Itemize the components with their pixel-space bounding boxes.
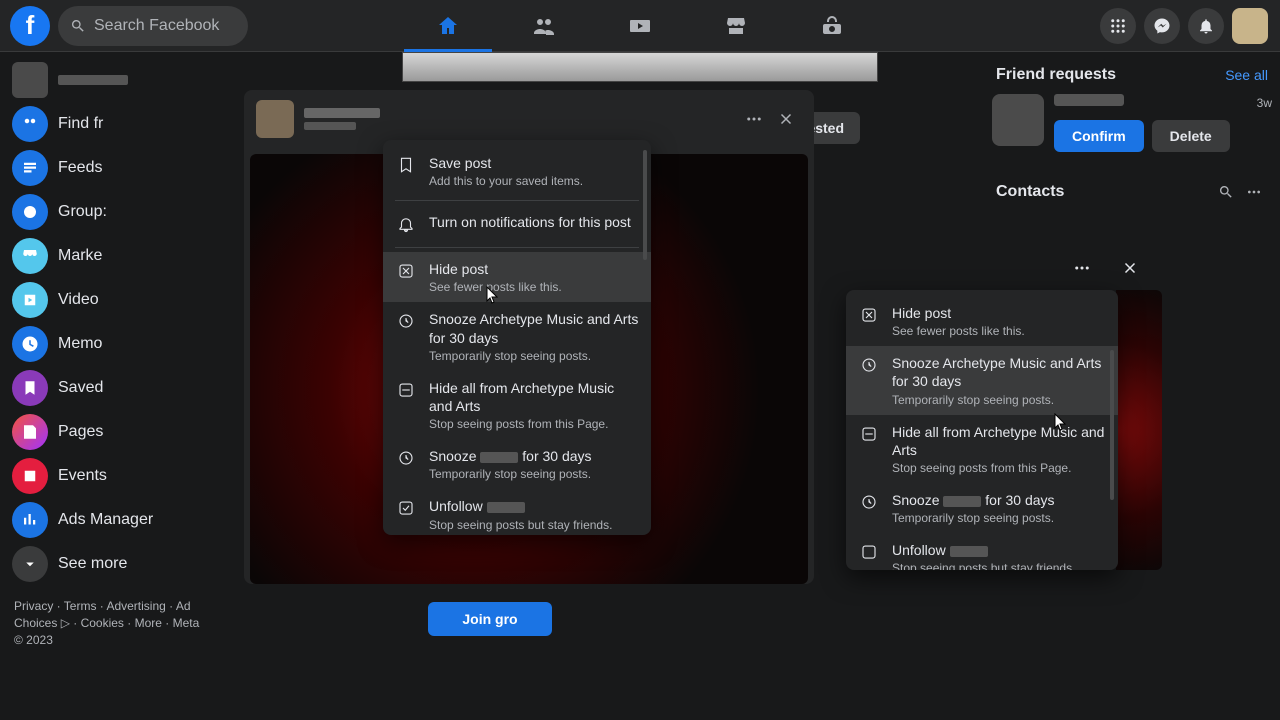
sidebar-label: Group: xyxy=(58,203,107,221)
left-sidebar: Find fr Feeds Group: Marke Video Memo Sa… xyxy=(0,52,225,720)
post-page-avatar[interactable] xyxy=(256,100,294,138)
notifications-icon[interactable] xyxy=(1188,8,1224,44)
menu2-snooze-page[interactable]: Snooze Archetype Music and Arts for 30 d… xyxy=(846,346,1118,414)
hide-all-icon xyxy=(858,423,880,445)
menu-scrollbar[interactable] xyxy=(643,150,647,260)
menu-snooze-page[interactable]: Snooze Archetype Music and Arts for 30 d… xyxy=(383,302,651,370)
contacts-search-icon[interactable] xyxy=(1212,178,1240,206)
sidebar-label: Memo xyxy=(58,335,102,353)
post2-image-fragment xyxy=(1116,290,1162,570)
friend-time: 3w xyxy=(1054,96,1272,110)
friend-request-row[interactable]: 3w Confirm Delete xyxy=(992,94,1272,152)
sidebar-item-saved[interactable]: Saved xyxy=(6,366,219,410)
nav-gaming[interactable] xyxy=(788,1,876,51)
confirm-button[interactable]: Confirm xyxy=(1054,120,1144,152)
cursor-icon xyxy=(1054,413,1068,431)
sidebar-label: Feeds xyxy=(58,159,102,177)
search-input[interactable]: Search Facebook xyxy=(58,6,248,46)
sidebar-label: Events xyxy=(58,467,107,485)
post2-header-icons xyxy=(846,250,1156,286)
unfollow-icon xyxy=(858,541,880,563)
sidebar-profile-avatar xyxy=(12,62,48,98)
menu2-snooze-user[interactable]: Snooze for 30 daysTemporarily stop seein… xyxy=(846,483,1118,533)
bookmark-icon xyxy=(395,154,417,176)
clock-icon xyxy=(395,310,417,332)
menu-grid-icon[interactable] xyxy=(1100,8,1136,44)
clock-icon xyxy=(858,354,880,376)
menu-notifications[interactable]: Turn on notifications for this post xyxy=(383,205,651,243)
nav-friends[interactable] xyxy=(500,1,588,51)
sidebar-item-video[interactable]: Video xyxy=(6,278,219,322)
sidebar-label: Find fr xyxy=(58,115,103,133)
menu2-hide-all[interactable]: Hide all from Archetype Music and ArtsSt… xyxy=(846,415,1118,483)
delete-button[interactable]: Delete xyxy=(1152,120,1230,152)
story-strip xyxy=(402,52,878,82)
friend-avatar xyxy=(992,94,1044,146)
sidebar-item-see-more[interactable]: See more xyxy=(6,542,219,586)
menu-unfollow[interactable]: Unfollow Stop seeing posts but stay frie… xyxy=(383,489,651,535)
clock-icon xyxy=(395,447,417,469)
post-close-icon[interactable] xyxy=(770,103,802,135)
post-timestamp[interactable] xyxy=(304,122,356,130)
sidebar-item-groups[interactable]: Group: xyxy=(6,190,219,234)
top-bar: f Search Facebook xyxy=(0,0,1280,52)
menu-hide-all[interactable]: Hide all from Archetype Music and ArtsSt… xyxy=(383,371,651,439)
search-placeholder: Search Facebook xyxy=(94,17,219,35)
post-page-name[interactable] xyxy=(304,108,380,118)
hide-all-icon xyxy=(395,379,417,401)
footer-links[interactable]: Privacy · Terms · Advertising · Ad Choic… xyxy=(6,598,219,648)
menu-save-post[interactable]: Save postAdd this to your saved items. xyxy=(383,146,651,196)
cursor-icon xyxy=(486,286,500,304)
unfollow-icon xyxy=(395,497,417,519)
nav-center xyxy=(404,1,876,51)
nav-marketplace[interactable] xyxy=(692,1,780,51)
menu-hide-post[interactable]: Hide postSee fewer posts like this. xyxy=(383,252,651,302)
sidebar-label: Saved xyxy=(58,379,103,397)
see-all-link[interactable]: See all xyxy=(1225,67,1268,83)
sidebar-profile-name xyxy=(58,75,128,85)
sidebar-label: Ads Manager xyxy=(58,511,153,529)
post2-context-menu: Hide postSee fewer posts like this. Snoo… xyxy=(846,290,1118,570)
sidebar-label: Pages xyxy=(58,423,103,441)
menu2-scrollbar[interactable] xyxy=(1110,350,1114,500)
facebook-logo[interactable]: f xyxy=(10,6,50,46)
menu2-hide-post[interactable]: Hide postSee fewer posts like this. xyxy=(846,296,1118,346)
nav-home[interactable] xyxy=(404,1,492,51)
menu-snooze-user[interactable]: Snooze for 30 daysTemporarily stop seein… xyxy=(383,439,651,489)
hide-icon xyxy=(858,304,880,326)
sidebar-label: See more xyxy=(58,555,127,573)
post2-more-icon[interactable] xyxy=(1064,250,1100,286)
join-group-button[interactable]: Join gro xyxy=(428,602,552,636)
profile-avatar[interactable] xyxy=(1232,8,1268,44)
sidebar-item-feeds[interactable]: Feeds xyxy=(6,146,219,190)
sidebar-item-marketplace[interactable]: Marke xyxy=(6,234,219,278)
sidebar-item-events[interactable]: Events xyxy=(6,454,219,498)
top-right xyxy=(1100,8,1268,44)
friend-requests-title: Friend requests xyxy=(996,66,1116,84)
sidebar-item-pages[interactable]: Pages xyxy=(6,410,219,454)
hide-icon xyxy=(395,260,417,282)
sidebar-label: Marke xyxy=(58,247,102,265)
sidebar-item-friends[interactable]: Find fr xyxy=(6,102,219,146)
sidebar-item-ads[interactable]: Ads Manager xyxy=(6,498,219,542)
sidebar-profile[interactable] xyxy=(6,58,219,102)
clock-icon xyxy=(858,491,880,513)
contacts-title: Contacts xyxy=(996,183,1212,201)
sidebar-item-memories[interactable]: Memo xyxy=(6,322,219,366)
right-sidebar: Friend requests See all 3w Confirm Delet… xyxy=(992,60,1272,206)
contacts-more-icon[interactable] xyxy=(1240,178,1268,206)
nav-video[interactable] xyxy=(596,1,684,51)
post2-close-icon[interactable] xyxy=(1112,250,1148,286)
sidebar-label: Video xyxy=(58,291,99,309)
post-context-menu: Save postAdd this to your saved items. T… xyxy=(383,140,651,535)
menu2-unfollow[interactable]: Unfollow Stop seeing posts but stay frie… xyxy=(846,533,1118,570)
search-icon xyxy=(70,18,86,34)
messenger-icon[interactable] xyxy=(1144,8,1180,44)
post-more-icon[interactable] xyxy=(738,103,770,135)
bell-icon xyxy=(395,213,417,235)
